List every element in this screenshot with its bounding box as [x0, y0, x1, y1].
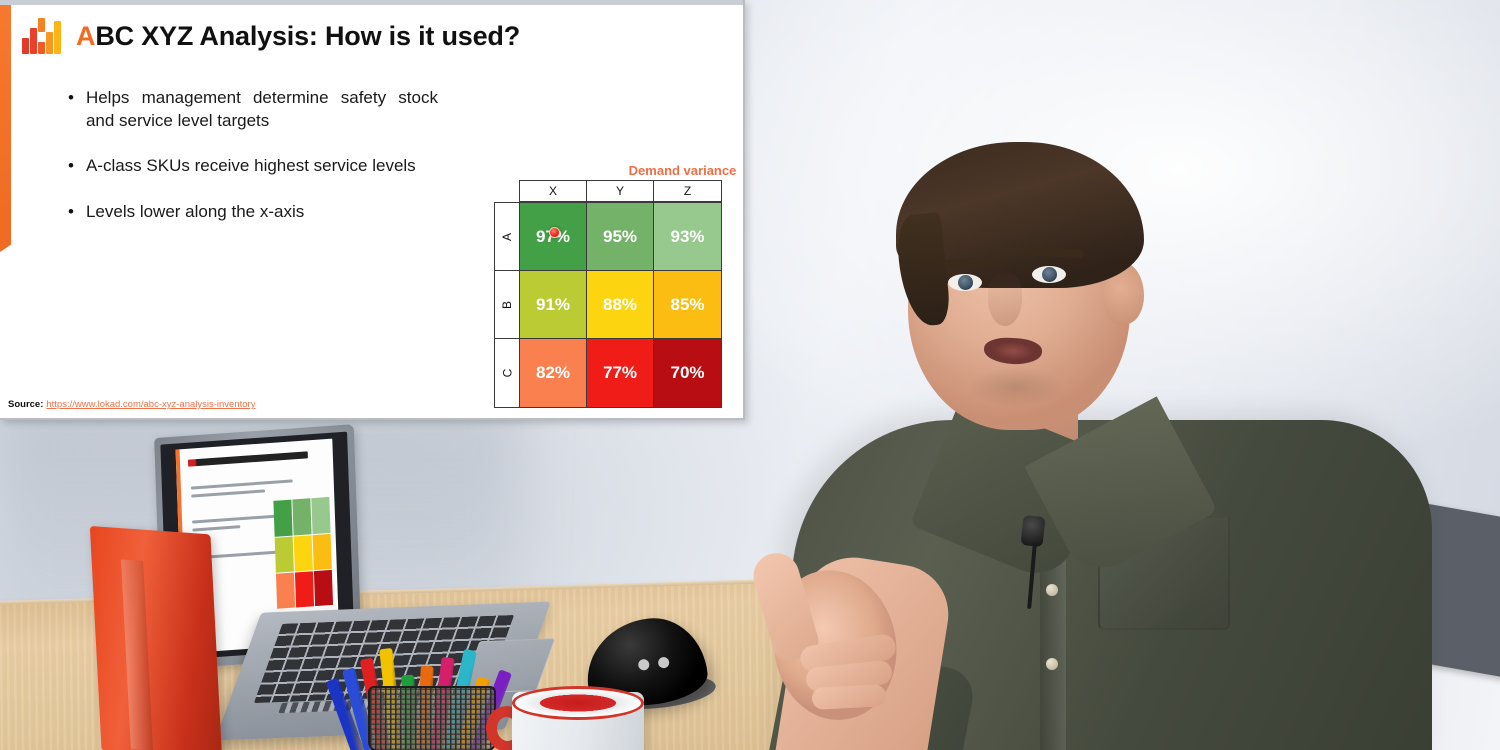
laptop-slide-line: [190, 479, 293, 491]
logo-bar-2: [38, 42, 45, 54]
logo-bar-5: [54, 21, 61, 54]
laptop-slide-line: [191, 489, 266, 499]
matrix-col-header-z: Z: [683, 184, 692, 198]
presenter-nose: [988, 272, 1022, 326]
mouse-button-dot: [637, 658, 650, 671]
bullet-marker-icon: •: [68, 156, 74, 175]
matrix-col-header-x: X: [520, 181, 587, 201]
matrix-cell-cy: 77%: [587, 339, 654, 407]
matrix-cell-bx: 91%: [520, 271, 587, 339]
logo-bar-1: [30, 28, 37, 54]
slide-source-note: Source: https://www.lokad.com/abc-xyz-ana…: [8, 399, 255, 410]
iris-right: [1042, 267, 1057, 282]
source-link[interactable]: https://www.lokad.com/abc-xyz-analysis-i…: [46, 399, 255, 410]
row-header-label: A: [499, 232, 514, 241]
laptop-slide-matrix: [273, 497, 334, 610]
bullet-item: • Levels lower along the x-axis: [68, 200, 468, 224]
matrix-col-header-y: Y: [587, 181, 654, 201]
page-title: ABC XYZ Analysis: How is it used?: [76, 21, 520, 52]
logo-bar-3: [38, 18, 45, 32]
bullet-item: • Helps management determine safety stock…: [68, 86, 468, 132]
slide-top-strip: [0, 0, 743, 5]
bullet-text: Levels lower along the x-axis: [85, 202, 305, 221]
laptop-mini-cell: [273, 500, 293, 537]
matrix-row-headers: A B C: [494, 202, 520, 408]
laptop-mini-cell: [275, 572, 296, 610]
finger-ring: [811, 684, 887, 710]
matrix-cell-ay: 95%: [587, 203, 654, 271]
shirt-button: [1046, 658, 1058, 670]
mesh-pen-holder: [368, 686, 496, 750]
matrix-x-axis-label: Demand variance: [628, 163, 737, 178]
bullet-marker-icon: •: [68, 202, 74, 221]
source-label: Source:: [8, 399, 44, 410]
laptop-slide-line: [192, 525, 241, 533]
matrix-cell-az: 93%: [654, 203, 721, 271]
laptop-mini-cell: [292, 498, 312, 536]
mug-rim: [512, 686, 644, 720]
laptop-mini-cell: [311, 497, 331, 534]
row-header-label: B: [499, 300, 514, 309]
row-header-label: C: [499, 368, 514, 378]
bullet-text: Helps management determine safety stock …: [85, 88, 438, 130]
matrix-cell-by: 88%: [587, 271, 654, 339]
matrix-cell-bz: 85%: [654, 271, 721, 339]
bullet-item: • A-class SKUs receive highest service le…: [68, 154, 468, 178]
laptop-slide-title: [187, 451, 308, 468]
red-laptop-stand: [89, 525, 223, 750]
slide-header: ABC XYZ Analysis: How is it used?: [22, 18, 520, 54]
slide-bullet-list: • Helps management determine safety stock…: [68, 86, 468, 246]
presentation-slide-overlay: ABC XYZ Analysis: How is it used? • Helps…: [0, 0, 745, 420]
chin-shadow: [952, 360, 1080, 414]
logo-bar-0: [22, 38, 29, 54]
laptop-mini-cell: [274, 536, 294, 573]
laptop-mini-cell: [293, 535, 313, 572]
matrix-cell-cz: 70%: [654, 339, 721, 407]
slide-orange-accent-bar: [0, 5, 11, 252]
bullet-marker-icon: •: [68, 88, 74, 107]
matrix-column-headers: XY Z: [519, 180, 722, 202]
title-accent-letter: A: [76, 20, 96, 51]
laptop-mini-cell: [313, 570, 334, 607]
lokad-bar-logo-icon: [22, 18, 62, 54]
laptop-mini-cell: [312, 533, 332, 571]
shirt-button: [1046, 584, 1058, 596]
title-rest: BC XYZ Analysis: How is it used?: [95, 20, 520, 51]
matrix-row-header-c: C: [495, 339, 519, 407]
matrix-cell-cx: 82%: [520, 339, 587, 407]
mouse-button-dot: [657, 656, 670, 669]
iris-left: [958, 275, 973, 290]
laptop-mini-cell: [294, 571, 315, 608]
matrix-row-header-b: B: [495, 271, 519, 339]
logo-bar-4: [46, 32, 53, 54]
red-cursor-dot-icon: [549, 227, 560, 238]
matrix-row-header-a: A: [495, 203, 519, 271]
bullet-text: A-class SKUs receive highest service lev…: [85, 156, 416, 175]
